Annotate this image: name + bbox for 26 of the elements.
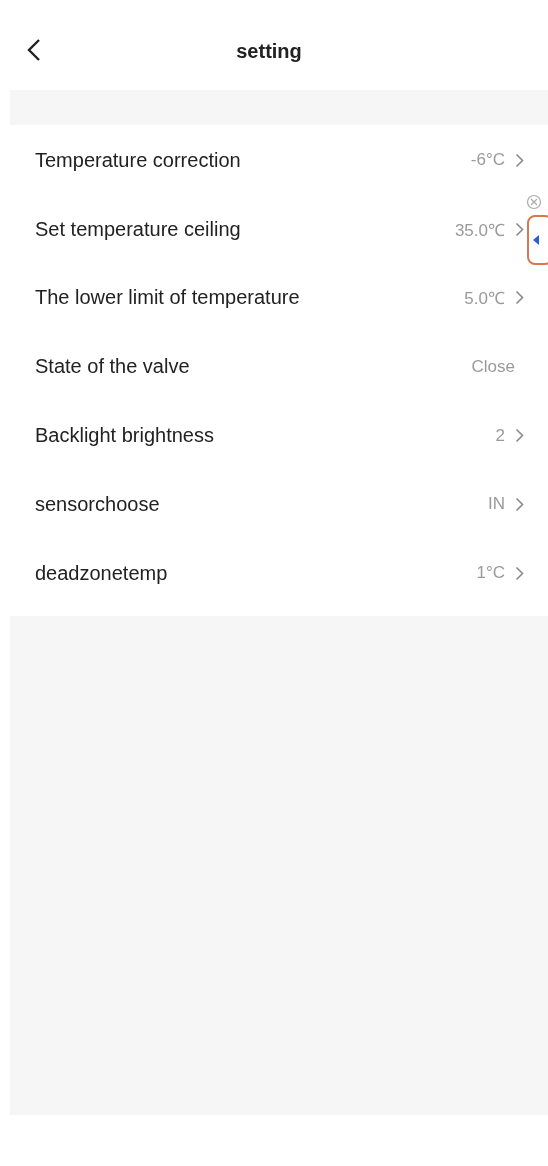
floating-menu[interactable] (527, 215, 548, 265)
back-button[interactable] (26, 38, 42, 62)
settings-row[interactable]: Temperature correction -6°C (10, 126, 548, 195)
settings-row[interactable]: State of the valve Close (10, 332, 548, 402)
setting-label: deadzonetemp (35, 561, 169, 585)
triangle-left-icon (533, 235, 540, 245)
setting-label: The lower limit of temperature (35, 286, 301, 310)
settings-row[interactable]: Set temperature ceiling 35.0℃ (10, 194, 548, 264)
settings-row[interactable]: The lower limit of temperature 5.0℃ (10, 263, 548, 333)
setting-label: Temperature correction (35, 148, 242, 172)
setting-value: IN (488, 494, 505, 515)
setting-label: State of the valve (35, 355, 191, 379)
page-title: setting (236, 39, 302, 63)
setting-value: 1°C (476, 563, 505, 584)
setting-value: -6°C (470, 150, 505, 171)
setting-value: 35.0℃ (454, 219, 505, 241)
setting-value: 2 (495, 425, 505, 446)
back-icon (26, 38, 42, 62)
setting-value: 5.0℃ (464, 288, 505, 310)
setting-label: Set temperature ceiling (35, 217, 242, 241)
setting-label: sensorchoose (35, 492, 161, 516)
settings-row[interactable]: sensorchoose IN (10, 470, 548, 539)
settings-row[interactable]: deadzonetemp 1°C (10, 538, 548, 608)
setting-label: Backlight brightness (35, 424, 215, 448)
settings-row[interactable]: Backlight brightness 2 (10, 401, 548, 470)
setting-value: Close (471, 356, 515, 377)
